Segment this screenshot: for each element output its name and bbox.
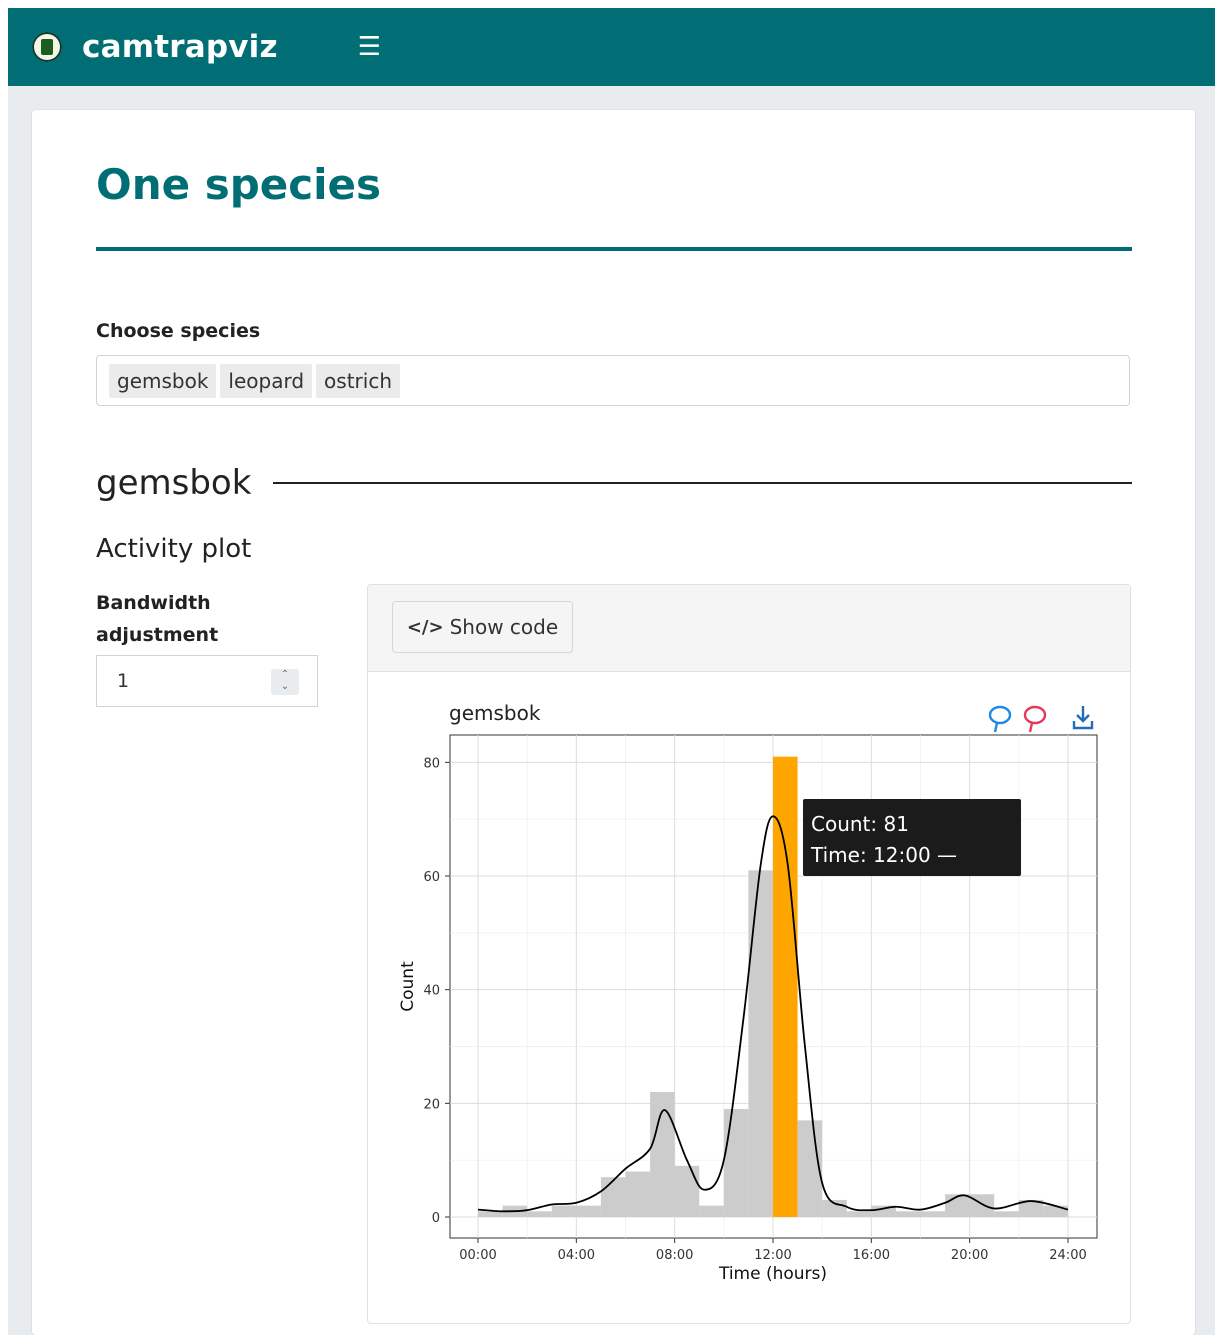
histogram-bar-highlighted[interactable]: [773, 756, 798, 1217]
code-icon: </>: [406, 616, 444, 638]
species-heading: gemsbok: [96, 463, 252, 503]
lasso-deselect-icon[interactable]: [1023, 705, 1047, 733]
species-multiselect[interactable]: gemsbok leopard ostrich: [96, 355, 1130, 406]
histogram-bar[interactable]: [994, 1211, 1019, 1217]
heading-rule: [273, 482, 1132, 484]
y-tick-label: 0: [432, 1211, 440, 1226]
y-axis-label: Count: [398, 961, 418, 1012]
histogram-bar[interactable]: [846, 1211, 872, 1217]
histogram-bar[interactable]: [1043, 1205, 1068, 1217]
species-chip[interactable]: leopard: [220, 363, 313, 398]
histogram-bar[interactable]: [723, 1109, 749, 1217]
histogram-bar[interactable]: [895, 1211, 921, 1217]
download-icon[interactable]: [1072, 706, 1094, 730]
bandwidth-label: Bandwidth adjustment: [96, 592, 219, 646]
bandwidth-input[interactable]: 1 ⌃ ⌄: [96, 655, 318, 707]
tooltip-count: Count: 81: [811, 812, 909, 836]
choose-species-label: Choose species: [96, 320, 261, 342]
histogram-bar[interactable]: [478, 1211, 503, 1217]
species-section-heading: gemsbok: [96, 463, 1132, 503]
x-tick-label: 20:00: [951, 1248, 988, 1263]
y-axis: 0 20 40 60 80: [423, 756, 450, 1226]
histogram-bar[interactable]: [576, 1205, 601, 1217]
histogram-bar[interactable]: [699, 1205, 724, 1217]
menu-toggle-icon[interactable]: ☰: [358, 34, 381, 60]
x-tick-label: 08:00: [656, 1248, 693, 1263]
activity-plot[interactable]: gemsbok 0 20 40 60 80 00:00 04:00 08:00 12:00 16…: [367, 670, 1131, 1290]
y-tick-label: 60: [423, 870, 440, 885]
bandwidth-value: 1: [117, 670, 130, 692]
tooltip-time: Time: 12:00 — 13:00: [811, 843, 958, 898]
histogram-bar[interactable]: [748, 870, 773, 1217]
lasso-select-icon[interactable]: [988, 705, 1012, 733]
x-axis: 00:00 04:00 08:00 12:00 16:00 20:00 24:00: [459, 1238, 1087, 1263]
histogram-bar[interactable]: [551, 1205, 577, 1217]
show-code-label: Show code: [449, 615, 559, 639]
show-code-button[interactable]: </> Show code: [392, 601, 573, 653]
histogram-bar[interactable]: [920, 1211, 946, 1217]
bar-tooltip: Count: 81 Time: 12:00 — 13:00: [803, 799, 1021, 898]
species-chip[interactable]: gemsbok: [109, 363, 217, 398]
histogram-bar[interactable]: [600, 1177, 626, 1217]
histogram-bar[interactable]: [945, 1194, 970, 1217]
app-logo: [32, 32, 62, 62]
histogram-bar[interactable]: [625, 1171, 651, 1217]
x-tick-label: 24:00: [1049, 1248, 1086, 1263]
y-tick-label: 40: [423, 984, 440, 999]
plot-card-header: </> Show code: [368, 585, 1130, 672]
histogram-bar[interactable]: [527, 1211, 552, 1217]
y-tick-label: 20: [423, 1097, 440, 1112]
histogram-bar[interactable]: [969, 1194, 995, 1217]
number-spinner-icon[interactable]: ⌃ ⌄: [271, 669, 299, 695]
title-divider: [96, 247, 1132, 251]
page-title: One species: [96, 160, 382, 209]
y-tick-label: 80: [423, 756, 440, 771]
activity-plot-heading: Activity plot: [96, 534, 252, 564]
x-tick-label: 00:00: [459, 1248, 496, 1263]
plot-title: gemsbok: [449, 701, 541, 725]
x-tick-label: 16:00: [853, 1248, 890, 1263]
top-navbar: camtrapviz ☰: [8, 8, 1215, 86]
x-tick-label: 12:00: [754, 1248, 791, 1263]
x-tick-label: 04:00: [558, 1248, 595, 1263]
histogram-bar[interactable]: [674, 1165, 700, 1217]
app-title: camtrapviz: [82, 29, 278, 65]
x-axis-label: Time (hours): [718, 1264, 827, 1284]
species-chip[interactable]: ostrich: [316, 363, 400, 398]
